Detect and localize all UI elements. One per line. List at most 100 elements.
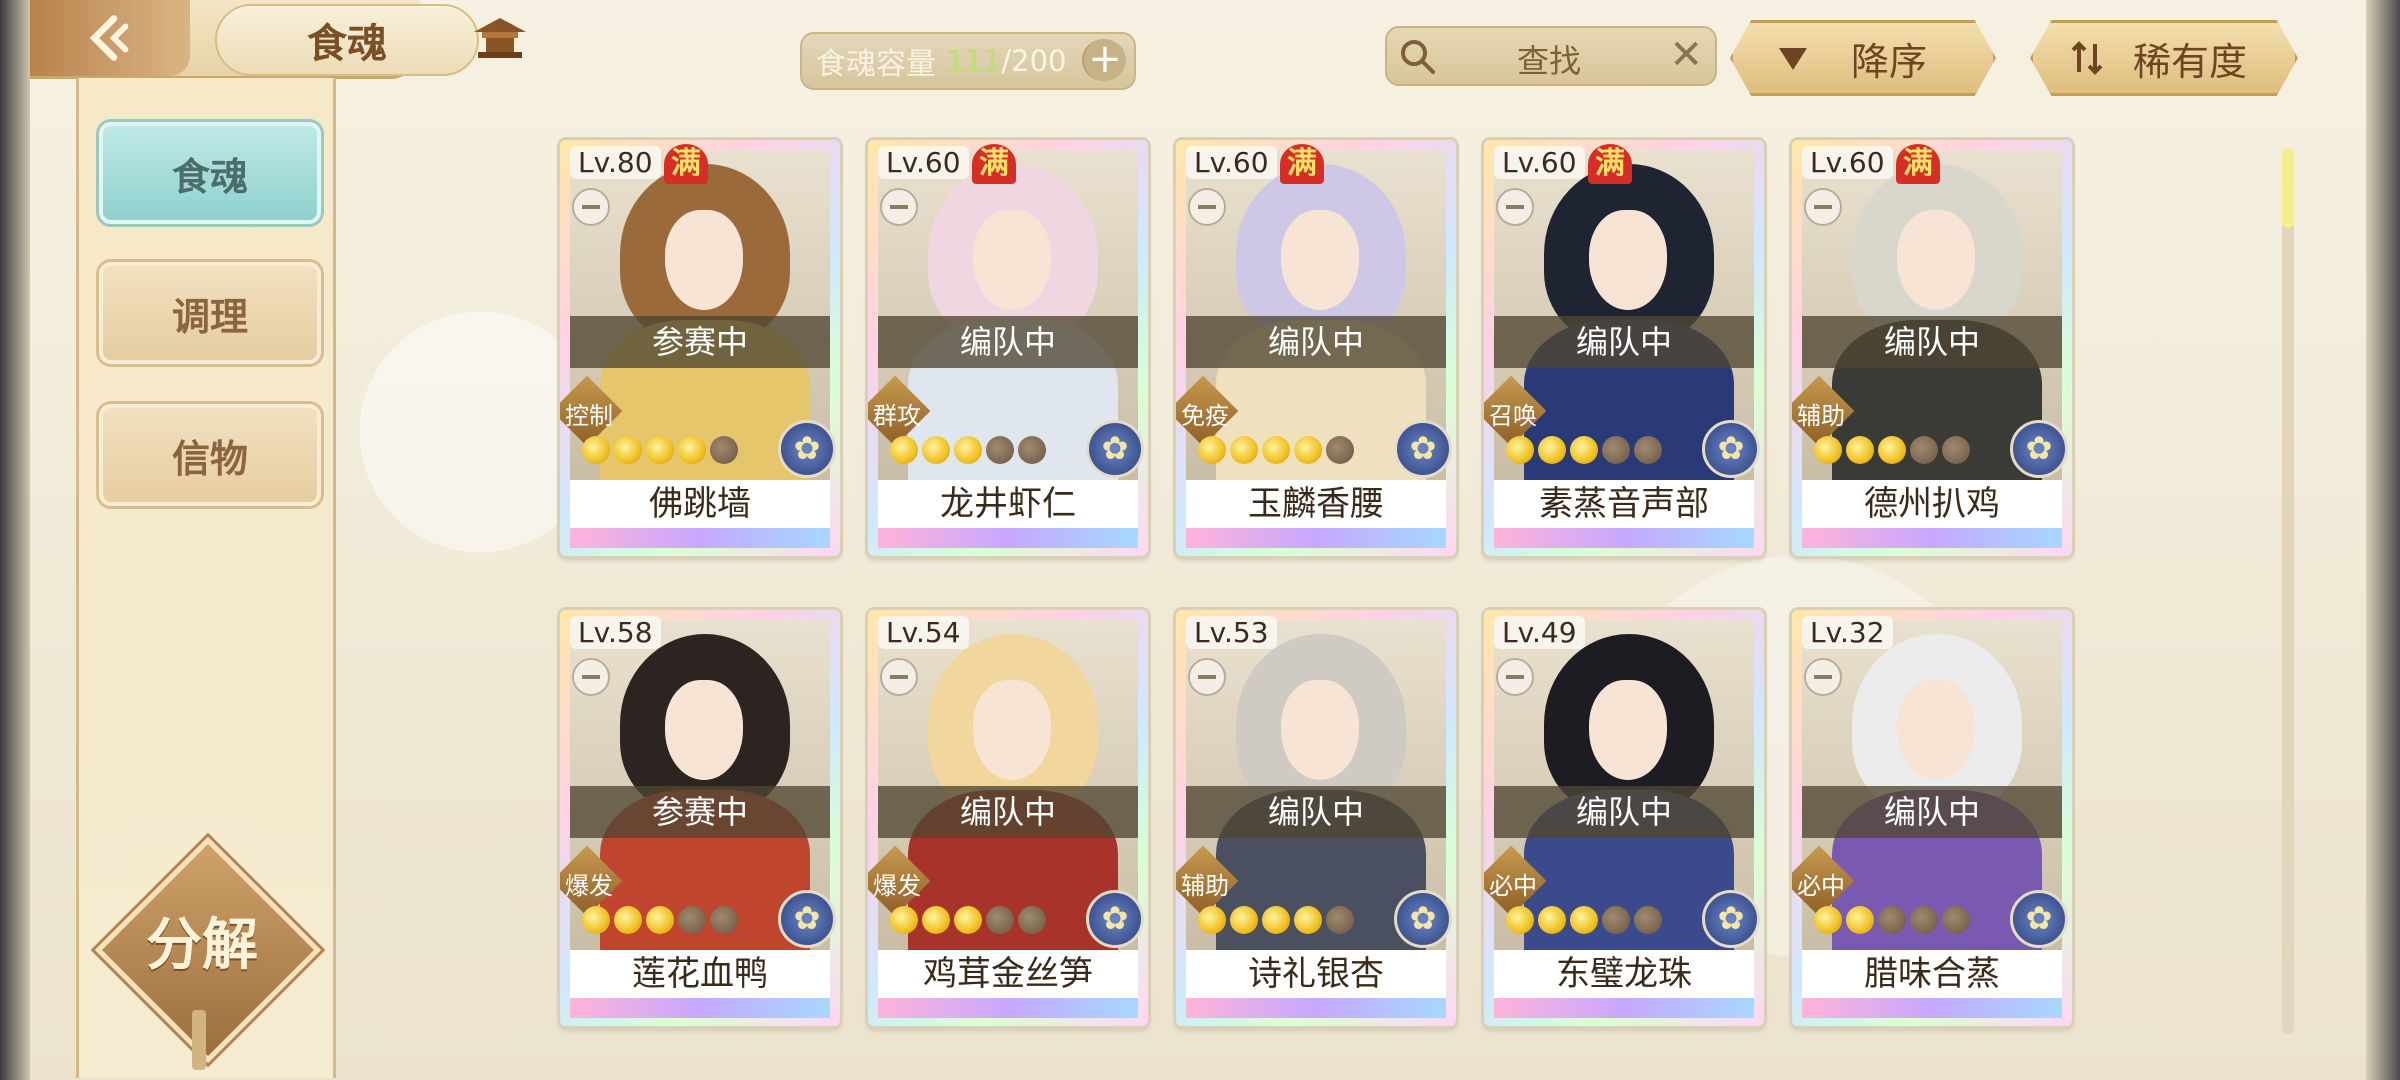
star-rating bbox=[1814, 436, 1970, 464]
food-soul-card[interactable]: Lv.49 编队中必中东璧龙珠 bbox=[1484, 610, 1764, 1026]
max-badge: 满 bbox=[664, 144, 708, 184]
food-soul-card[interactable]: Lv.60满编队中辅助德州扒鸡 bbox=[1792, 140, 2072, 556]
character-face bbox=[665, 680, 743, 780]
clear-search-icon[interactable]: ✕ bbox=[1669, 32, 1703, 78]
sidebar-item-tokens[interactable]: 信物 bbox=[99, 404, 321, 506]
pavilion-home-icon[interactable] bbox=[470, 14, 530, 60]
decompose-label: 分解 bbox=[146, 912, 258, 978]
level-label: Lv.54 bbox=[878, 616, 969, 649]
star-filled-icon bbox=[922, 906, 950, 934]
star-empty-icon bbox=[1942, 906, 1970, 934]
star-filled-icon bbox=[954, 436, 982, 464]
star-rating bbox=[890, 436, 1046, 464]
lock-icon[interactable] bbox=[572, 188, 610, 226]
star-filled-icon bbox=[614, 906, 642, 934]
food-soul-card[interactable]: Lv.60满编队中免疫玉麟香腰 bbox=[1176, 140, 1456, 556]
food-soul-card[interactable]: Lv.80满参赛中控制佛跳墙 bbox=[560, 140, 840, 556]
character-face bbox=[973, 680, 1051, 780]
star-empty-icon bbox=[1910, 436, 1938, 464]
status-banner: 编队中 bbox=[878, 316, 1138, 368]
lock-icon[interactable] bbox=[1496, 658, 1534, 696]
character-name: 德州扒鸡 bbox=[1802, 480, 2062, 528]
scrollbar-thumb[interactable] bbox=[2282, 148, 2294, 228]
star-filled-icon bbox=[890, 436, 918, 464]
sort-order-button[interactable]: 降序 bbox=[1730, 20, 1996, 96]
status-banner: 编队中 bbox=[1802, 786, 2062, 838]
search-input[interactable]: 查找 ✕ bbox=[1385, 26, 1717, 86]
role-label: 免疫 bbox=[1181, 402, 1229, 430]
character-face bbox=[1589, 680, 1667, 780]
level-label: Lv.80 bbox=[570, 146, 661, 179]
element-flower-icon bbox=[1086, 890, 1144, 948]
food-soul-card[interactable]: Lv.32 编队中必中腊味合蒸 bbox=[1792, 610, 2072, 1026]
lock-icon[interactable] bbox=[880, 658, 918, 696]
element-flower-icon bbox=[1394, 890, 1452, 948]
sidebar-item-food-souls[interactable]: 食魂 bbox=[99, 122, 321, 224]
lock-icon[interactable] bbox=[1188, 188, 1226, 226]
star-empty-icon bbox=[710, 436, 738, 464]
sidebar-item-conditioning[interactable]: 调理 bbox=[99, 262, 321, 364]
star-filled-icon bbox=[1230, 436, 1258, 464]
status-banner: 编队中 bbox=[1802, 316, 2062, 368]
star-filled-icon bbox=[582, 436, 610, 464]
card-footer-decoration bbox=[1186, 998, 1446, 1018]
food-soul-card[interactable]: Lv.54 编队中爆发鸡茸金丝笋 bbox=[868, 610, 1148, 1026]
food-soul-card[interactable]: Lv.60满编队中召唤素蒸音声部 bbox=[1484, 140, 1764, 556]
level-label: Lv.32 bbox=[1802, 616, 1893, 649]
star-rating bbox=[1198, 906, 1354, 934]
capacity-current: 111 bbox=[946, 44, 1002, 78]
element-flower-icon bbox=[1086, 420, 1144, 478]
star-rating bbox=[1506, 436, 1662, 464]
character-name: 鸡茸金丝笋 bbox=[878, 950, 1138, 998]
sort-order-label: 降序 bbox=[1851, 39, 1928, 84]
star-filled-icon bbox=[1814, 436, 1842, 464]
food-soul-card[interactable]: Lv.53 编队中辅助诗礼银杏 bbox=[1176, 610, 1456, 1026]
character-face bbox=[1589, 210, 1667, 310]
food-soul-card[interactable]: Lv.60满编队中群攻龙井虾仁 bbox=[868, 140, 1148, 556]
status-banner: 编队中 bbox=[1494, 786, 1754, 838]
star-filled-icon bbox=[646, 436, 674, 464]
card-footer-decoration bbox=[1802, 528, 2062, 548]
role-label: 必中 bbox=[1489, 872, 1537, 900]
element-flower-icon bbox=[1394, 420, 1452, 478]
element-flower-icon bbox=[2010, 890, 2068, 948]
page-title: 食魂 bbox=[307, 20, 387, 67]
character-name: 腊味合蒸 bbox=[1802, 950, 2062, 998]
card-footer-decoration bbox=[570, 998, 830, 1018]
lock-icon[interactable] bbox=[1804, 658, 1842, 696]
character-name: 素蒸音声部 bbox=[1494, 480, 1754, 528]
capacity-label: 食魂容量 bbox=[816, 47, 936, 82]
star-empty-icon bbox=[1878, 906, 1906, 934]
star-rating bbox=[1506, 906, 1662, 934]
sort-field-label: 稀有度 bbox=[2133, 39, 2248, 84]
food-soul-card[interactable]: Lv.58 参赛中爆发莲花血鸭 bbox=[560, 610, 840, 1026]
page-title-tab: 食魂 bbox=[215, 4, 479, 76]
back-button[interactable] bbox=[30, 0, 190, 76]
sidebar-item-label: 调理 bbox=[171, 293, 248, 339]
star-filled-icon bbox=[922, 436, 950, 464]
card-footer-decoration bbox=[570, 528, 830, 548]
lock-icon[interactable] bbox=[1804, 188, 1842, 226]
star-empty-icon bbox=[1602, 906, 1630, 934]
role-label: 爆发 bbox=[873, 872, 921, 900]
screen-edge-right bbox=[2366, 0, 2400, 1080]
level-label: Lv.49 bbox=[1494, 616, 1585, 649]
star-filled-icon bbox=[646, 906, 674, 934]
lock-icon[interactable] bbox=[880, 188, 918, 226]
star-filled-icon bbox=[1506, 906, 1534, 934]
sort-arrows-icon bbox=[2071, 41, 2103, 75]
lock-icon[interactable] bbox=[1188, 658, 1226, 696]
star-filled-icon bbox=[1294, 436, 1322, 464]
lock-icon[interactable] bbox=[1496, 188, 1534, 226]
scrollbar[interactable] bbox=[2282, 148, 2294, 1034]
star-empty-icon bbox=[1910, 906, 1938, 934]
add-capacity-button[interactable]: + bbox=[1082, 39, 1126, 81]
star-empty-icon bbox=[1602, 436, 1630, 464]
star-empty-icon bbox=[986, 436, 1014, 464]
character-name: 莲花血鸭 bbox=[570, 950, 830, 998]
sort-field-button[interactable]: 稀有度 bbox=[2030, 20, 2298, 96]
star-empty-icon bbox=[1634, 906, 1662, 934]
lock-icon[interactable] bbox=[572, 658, 610, 696]
star-filled-icon bbox=[1262, 436, 1290, 464]
star-empty-icon bbox=[1634, 436, 1662, 464]
